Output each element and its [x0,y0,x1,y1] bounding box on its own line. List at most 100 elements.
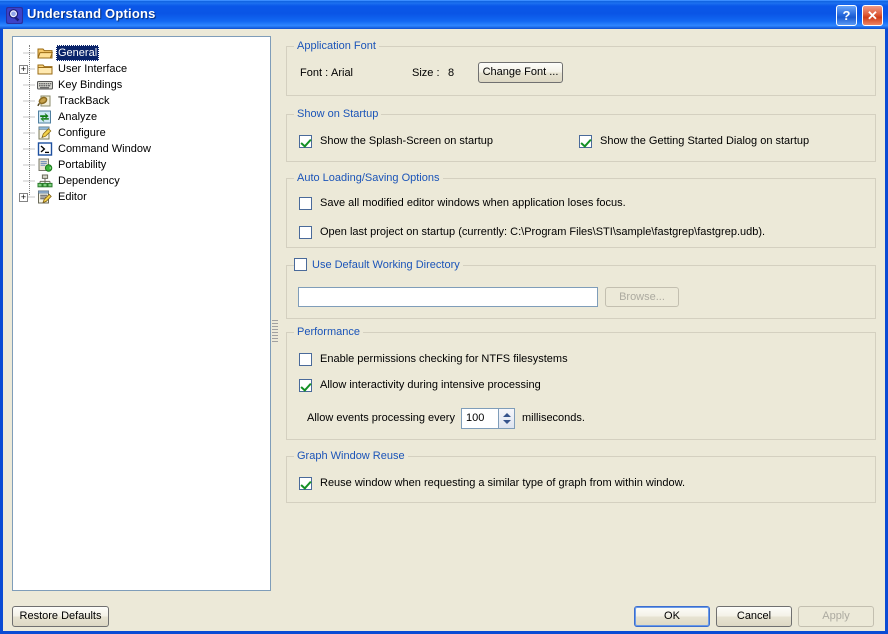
cancel-button[interactable]: Cancel [716,606,792,627]
font-label: Font : [300,67,329,79]
tree-item-key-bindings[interactable]: Key Bindings [13,77,270,93]
use-default-working-directory-checkbox[interactable] [294,258,307,271]
tree-connector-icon [23,109,37,125]
tree-connector-icon [23,157,37,173]
splash-screen-label: Show the Splash-Screen on startup [320,135,494,147]
analyze-icon [37,110,53,124]
editor-icon [37,190,53,204]
font-size-value: 8 [448,67,455,79]
interactivity-checkbox-row[interactable]: Allow interactivity during intensive pro… [299,379,541,392]
ntfs-permissions-checkbox-row[interactable]: Enable permissions checking for NTFS fil… [299,353,568,366]
interactivity-label: Allow interactivity during intensive pro… [320,379,541,391]
tree-item-dependency[interactable]: Dependency [13,173,270,189]
tree-item-label: Editor [58,191,87,203]
open-last-project-label: Open last project on startup (currently:… [320,226,766,238]
events-processing-suffix-label: milliseconds. [522,412,585,424]
tree-item-portability[interactable]: Portability [13,157,270,173]
tree-item-label: Key Bindings [58,79,123,91]
tree-item-trackback[interactable]: TrackBack [13,93,270,109]
getting-started-label: Show the Getting Started Dialog on start… [600,135,810,147]
events-interval-spinner[interactable]: 100 [461,408,515,429]
window-title: Understand Options [27,6,156,21]
save-modified-checkbox-row[interactable]: Save all modified editor windows when ap… [299,197,626,210]
application-font-legend: Application Font [294,40,379,52]
tree-item-user-interface[interactable]: + User Interface [13,61,270,77]
working-directory-input[interactable] [298,287,598,307]
options-category-tree[interactable]: General + User Interface Key Bindings TrackB… [12,36,271,591]
change-font-button[interactable]: Change Font ... [478,62,563,83]
ok-button[interactable]: OK [634,606,710,627]
reuse-window-checkbox-row[interactable]: Reuse window when requesting a similar t… [299,477,685,490]
tree-connector-icon [23,93,37,109]
splash-screen-checkbox-row[interactable]: Show the Splash-Screen on startup [299,135,493,148]
tree-expander-plus-icon[interactable]: + [19,65,28,74]
open-last-project-checkbox[interactable] [299,226,312,239]
font-value: Arial [331,67,354,79]
tree-item-label: TrackBack [58,95,110,107]
dialog-client-area: General + User Interface Key Bindings TrackB… [3,29,885,631]
tree-item-label: Command Window [58,143,151,155]
graph-window-reuse-legend: Graph Window Reuse [294,450,408,462]
keyboard-icon [37,78,53,92]
application-font-group: Application Font Font : Arial Size : 8 C… [286,40,876,96]
tree-item-analyze[interactable]: Analyze [13,109,270,125]
auto-loading-group: Auto Loading/Saving Options Save all mod… [286,172,876,248]
configure-icon [37,126,53,140]
show-on-startup-group: Show on Startup Show the Splash-Screen o… [286,108,876,162]
tree-item-label: Portability [58,159,107,171]
tree-item-general[interactable]: General [13,45,270,61]
spinner-down-arrow-icon[interactable] [503,420,511,424]
working-directory-legend-row[interactable]: Use Default Working Directory [294,258,463,271]
open-last-project-checkbox-row[interactable]: Open last project on startup (currently:… [299,226,765,239]
save-modified-checkbox[interactable] [299,197,312,210]
tree-item-label: Configure [58,127,106,139]
tree-connector-icon [23,141,37,157]
ntfs-permissions-checkbox[interactable] [299,353,312,366]
spinner-up-arrow-icon[interactable] [503,413,511,417]
portability-icon [37,158,53,172]
tree-item-command-window[interactable]: Command Window [13,141,270,157]
tree-item-label: User Interface [58,63,128,75]
apply-button[interactable]: Apply [798,606,874,627]
tree-item-label: Dependency [58,175,120,187]
graph-window-reuse-group: Graph Window Reuse Reuse window when req… [286,450,876,503]
ntfs-permissions-label: Enable permissions checking for NTFS fil… [320,353,568,365]
titlebar: Understand Options ? ✕ [0,0,888,29]
interactivity-checkbox[interactable] [299,379,312,392]
tree-item-editor[interactable]: + Editor [13,189,270,205]
tree-connector-icon [23,77,37,93]
command-window-icon [37,142,53,156]
working-directory-legend: Use Default Working Directory [312,258,460,271]
reuse-window-label: Reuse window when requesting a similar t… [320,477,686,489]
getting-started-checkbox[interactable] [579,135,592,148]
spinner-arrows[interactable] [498,409,514,428]
events-processing-prefix-label: Allow events processing every [307,412,455,424]
options-detail-pane: Application Font Font : Arial Size : 8 C… [286,36,876,591]
options-dialog-window: Understand Options ? ✕ General + User Inte… [0,0,888,634]
reuse-window-checkbox[interactable] [299,477,312,490]
dependency-icon [37,174,53,188]
browse-button[interactable]: Browse... [605,287,679,307]
tree-expander-plus-icon[interactable]: + [19,193,28,202]
tree-connector-icon [23,173,37,189]
events-interval-value: 100 [466,412,485,424]
help-button[interactable]: ? [836,5,857,26]
magnifier-icon [6,7,23,24]
performance-group: Performance Enable permissions checking … [286,326,876,440]
getting-started-checkbox-row[interactable]: Show the Getting Started Dialog on start… [579,135,809,148]
tree-item-configure[interactable]: Configure [13,125,270,141]
splash-screen-checkbox[interactable] [299,135,312,148]
folder-closed-icon [37,62,53,76]
tree-connector-icon [23,45,37,61]
font-size-label: Size : [412,67,440,79]
folder-open-icon [37,46,54,60]
trackback-icon [37,94,53,108]
tree-item-label: Analyze [58,111,98,123]
tree-rows: General + User Interface Key Bindings TrackB… [13,45,270,205]
working-directory-group: Use Default Working Directory Browse... [286,258,876,319]
restore-defaults-button[interactable]: Restore Defaults [12,606,109,627]
save-modified-label: Save all modified editor windows when ap… [320,197,626,209]
tree-item-label: General [56,45,100,61]
close-button[interactable]: ✕ [862,5,883,26]
pane-splitter-handle[interactable] [272,318,278,360]
